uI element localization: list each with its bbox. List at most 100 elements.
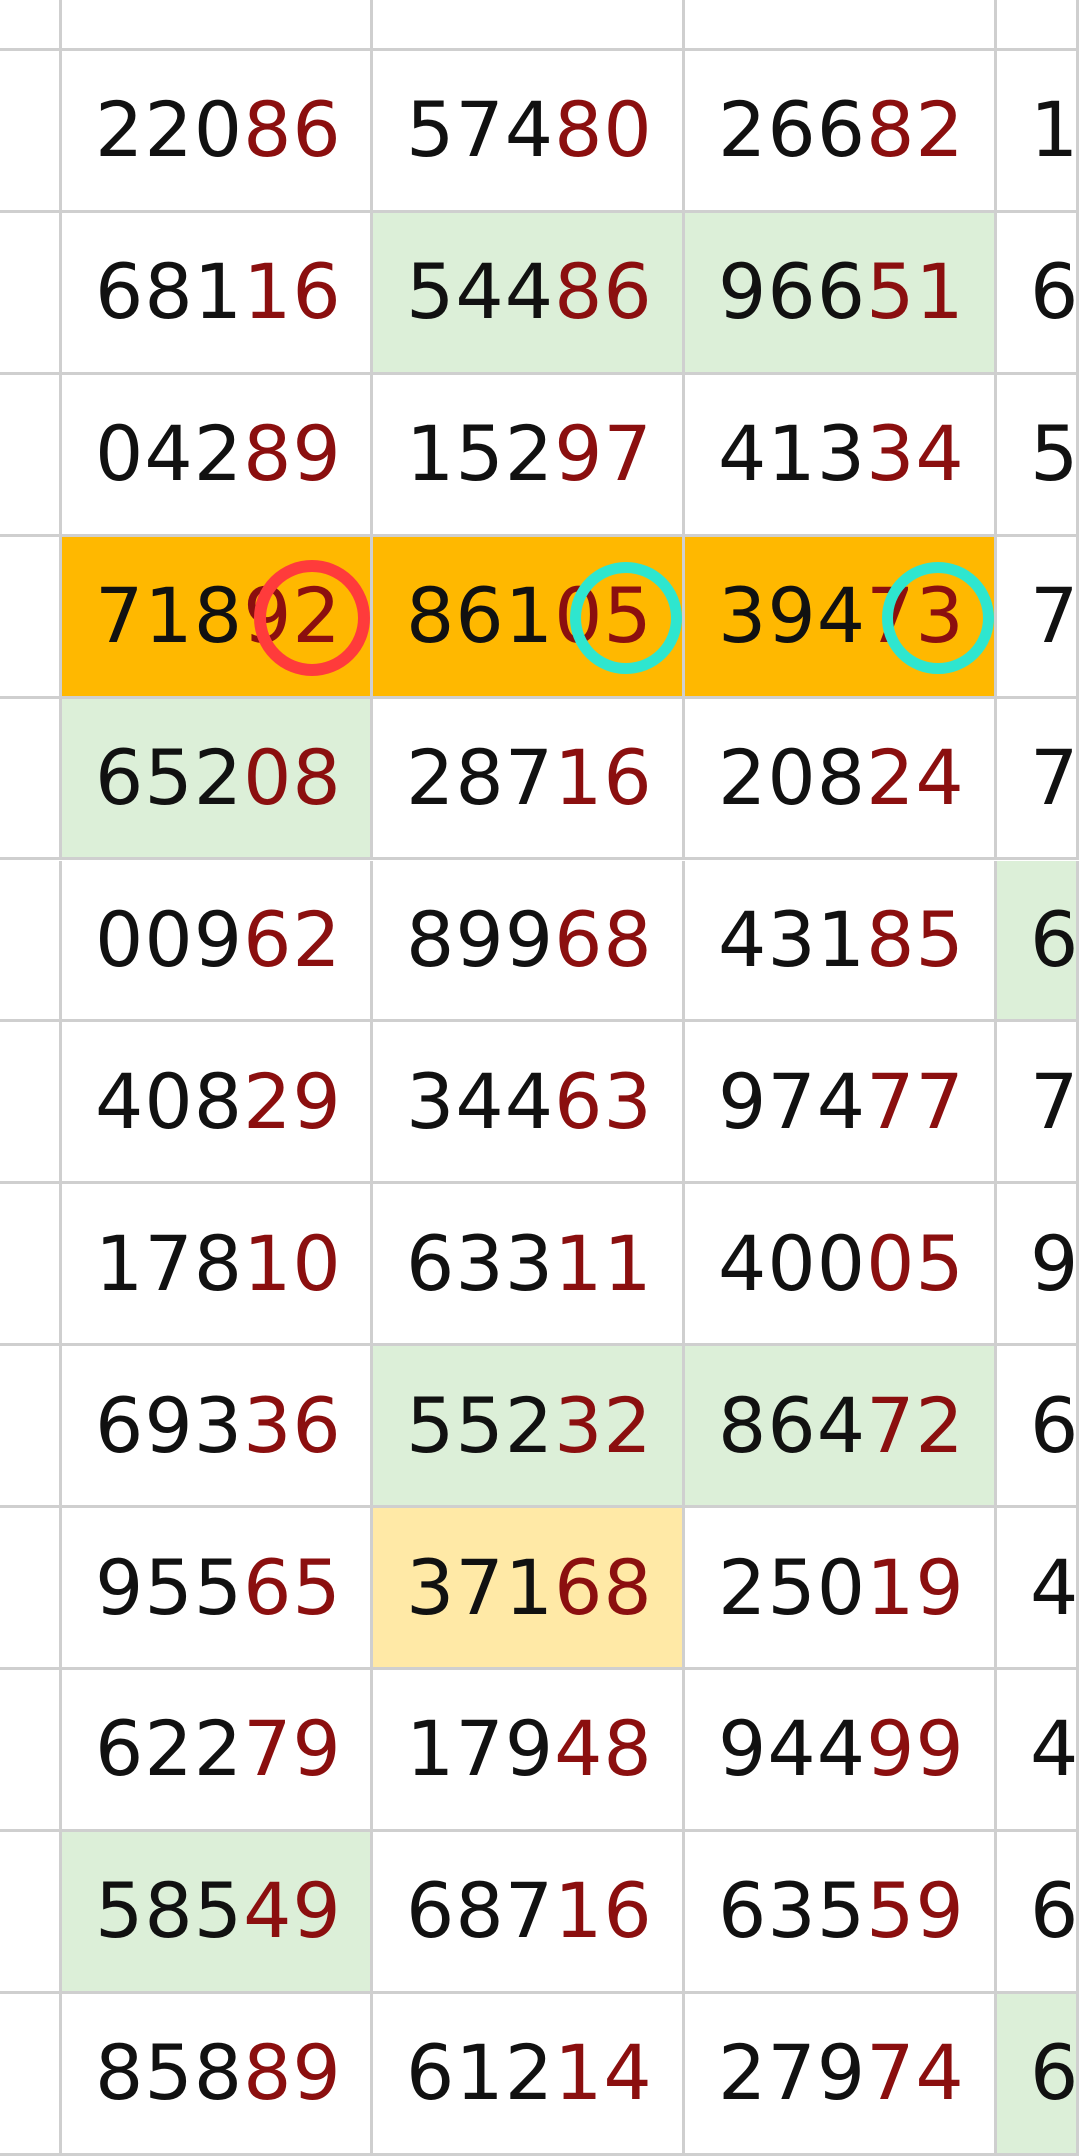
- number-head-digits: 220: [95, 85, 244, 175]
- grid-cell[interactable]: 26682: [685, 51, 997, 213]
- grid-cell[interactable]: 41334: [685, 374, 997, 537]
- grid-cell[interactable]: 69336: [62, 1346, 373, 1509]
- grid-cell[interactable]: 57480: [373, 51, 685, 213]
- grid-cell[interactable]: 7: [997, 698, 1079, 861]
- number-tail-digits: 80: [554, 85, 653, 175]
- grid-cell[interactable]: 62279: [62, 1670, 373, 1832]
- grid-cell[interactable]: 65208: [62, 698, 373, 861]
- grid-cell[interactable]: 7: [997, 536, 1079, 699]
- grid-cell[interactable]: 6: [997, 1993, 1079, 2156]
- grid-cell[interactable]: 94499: [685, 1670, 997, 1832]
- cell-number: 7: [1030, 1063, 1076, 1140]
- grid-cell[interactable]: 6: [997, 1831, 1079, 1994]
- grid-cell[interactable]: [0, 1346, 62, 1509]
- number-head-digits: 371: [406, 1542, 555, 1632]
- grid-cell[interactable]: 27974: [685, 1993, 997, 2156]
- number-tail-digits: 72: [866, 1380, 965, 1470]
- grid-cell[interactable]: [0, 860, 62, 1023]
- number-head-digits: 179: [406, 1704, 555, 1794]
- number-tail-digits: 51: [866, 247, 965, 337]
- grid-cell[interactable]: 39473: [685, 536, 997, 699]
- grid-cell[interactable]: 86472: [685, 1346, 997, 1509]
- grid-cell[interactable]: 1: [997, 51, 1079, 213]
- grid-cell[interactable]: 63311: [373, 1184, 685, 1347]
- grid-cell[interactable]: 00962: [62, 860, 373, 1023]
- number-head-digits: 400: [718, 1218, 867, 1308]
- number-head-digits: 250: [718, 1542, 867, 1632]
- number-head-digits: 279: [718, 2028, 867, 2118]
- grid-cell[interactable]: 17810: [62, 1184, 373, 1347]
- grid-cell[interactable]: 63559: [685, 1831, 997, 1994]
- number-head-digits: 612: [406, 2028, 555, 2118]
- grid-cell[interactable]: [0, 1831, 62, 1994]
- grid-cell[interactable]: [0, 1508, 62, 1670]
- grid-cell[interactable]: [0, 374, 62, 537]
- grid-cell[interactable]: [0, 51, 62, 213]
- grid-cell[interactable]: 5: [997, 374, 1079, 537]
- grid-cell[interactable]: [0, 1993, 62, 2156]
- number-tail-digits: 24: [866, 733, 965, 823]
- grid-cell[interactable]: 4: [997, 1670, 1079, 1832]
- grid-cell[interactable]: [997, 0, 1079, 51]
- number-tail-digits: 82: [866, 85, 965, 175]
- grid-cell[interactable]: [0, 1670, 62, 1832]
- number-head-digits: 7: [1030, 733, 1079, 823]
- grid-cell[interactable]: 17948: [373, 1670, 685, 1832]
- grid-cell[interactable]: [685, 0, 997, 51]
- grid-cell[interactable]: [62, 0, 373, 51]
- grid-cell[interactable]: 89968: [373, 860, 685, 1023]
- grid-cell[interactable]: 97477: [685, 1022, 997, 1185]
- number-head-digits: 431: [718, 894, 867, 984]
- cell-number: 62279: [95, 1711, 342, 1787]
- grid-cell[interactable]: 34463: [373, 1022, 685, 1185]
- grid-cell[interactable]: 7: [997, 1022, 1079, 1185]
- grid-cell[interactable]: 68716: [373, 1831, 685, 1994]
- grid-cell[interactable]: 20824: [685, 698, 997, 861]
- cell-number: 00962: [95, 901, 342, 978]
- grid-cell[interactable]: 96651: [685, 212, 997, 375]
- grid-cell[interactable]: [0, 698, 62, 861]
- grid-cell[interactable]: 86105: [373, 536, 685, 699]
- grid-cell[interactable]: 85889: [62, 1993, 373, 2156]
- grid-cell[interactable]: 6: [997, 860, 1079, 1023]
- grid-cell[interactable]: 22086: [62, 51, 373, 213]
- number-tail-digits: 16: [554, 733, 653, 823]
- grid-cell[interactable]: [0, 1022, 62, 1185]
- grid-cell[interactable]: 54486: [373, 212, 685, 375]
- grid-cell[interactable]: 6: [997, 1346, 1079, 1509]
- grid-cell[interactable]: [0, 0, 62, 51]
- grid-cell[interactable]: [0, 212, 62, 375]
- cell-number: 86472: [718, 1387, 965, 1464]
- number-tail-digits: 59: [866, 1866, 965, 1956]
- cell-number: 17810: [95, 1225, 342, 1302]
- cell-number: 57480: [406, 92, 653, 168]
- number-tail-digits: 73: [866, 571, 965, 661]
- grid-cell[interactable]: 61214: [373, 1993, 685, 2156]
- number-tail-digits: 85: [866, 894, 965, 984]
- grid-cell[interactable]: [0, 1184, 62, 1347]
- grid-cell[interactable]: 25019: [685, 1508, 997, 1670]
- grid-cell[interactable]: [0, 536, 62, 699]
- number-tail-digits: 77: [866, 1056, 965, 1146]
- grid-cell[interactable]: 58549: [62, 1831, 373, 1994]
- grid-cell[interactable]: 43185: [685, 860, 997, 1023]
- grid-cell[interactable]: 28716: [373, 698, 685, 861]
- grid-cell[interactable]: 4: [997, 1508, 1079, 1670]
- cell-number: 68116: [95, 254, 342, 330]
- grid-cell[interactable]: 37168: [373, 1508, 685, 1670]
- number-head-digits: 693: [95, 1380, 244, 1470]
- cell-number: 37168: [406, 1549, 653, 1626]
- grid-cell[interactable]: 04289: [62, 374, 373, 537]
- grid-cell[interactable]: 15297: [373, 374, 685, 537]
- grid-cell[interactable]: 71892: [62, 536, 373, 699]
- grid-cell[interactable]: 68116: [62, 212, 373, 375]
- grid-cell[interactable]: 6: [997, 212, 1079, 375]
- cell-number: 43185: [718, 901, 965, 978]
- grid-cell[interactable]: 9: [997, 1184, 1079, 1347]
- grid-cell[interactable]: [373, 0, 685, 51]
- grid-cell[interactable]: 95565: [62, 1508, 373, 1670]
- grid-cell[interactable]: 40005: [685, 1184, 997, 1347]
- grid-cell[interactable]: 55232: [373, 1346, 685, 1509]
- grid-cell[interactable]: 40829: [62, 1022, 373, 1185]
- number-tail-digits: 29: [243, 1056, 342, 1146]
